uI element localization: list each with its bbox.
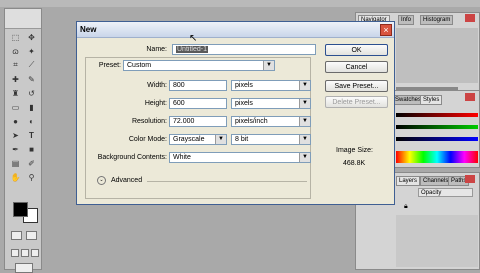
panel-close-icon[interactable] — [465, 175, 475, 183]
width-label: Width: — [147, 82, 167, 89]
tab-channels[interactable]: Channels — [420, 176, 452, 186]
new-document-dialog: New × Name: Untitled-1 Preset: Custom ▼ W… — [76, 21, 395, 205]
green-slider[interactable] — [396, 125, 478, 129]
hand-tool-icon[interactable]: ✋ — [9, 171, 22, 183]
history-brush-tool-icon[interactable]: ↺ — [25, 87, 38, 99]
panel-close-icon[interactable] — [465, 93, 475, 101]
image-size-value: 468.8K — [343, 160, 366, 167]
magic-wand-tool-icon[interactable]: ✦ — [25, 45, 38, 57]
standard-mode-icon[interactable] — [26, 231, 37, 240]
delete-preset-button[interactable]: Delete Preset... — [325, 96, 388, 108]
resolution-unit-select[interactable]: pixels/inch ▼ — [231, 116, 311, 127]
bit-depth-select[interactable]: 8 bit ▼ — [231, 134, 311, 145]
full-screen-mode-icon[interactable] — [21, 249, 29, 257]
screen-mode-icon[interactable] — [11, 249, 19, 257]
zoom-tool-icon[interactable]: ⚲ — [25, 171, 38, 183]
notes-tool-icon[interactable]: ▤ — [9, 157, 22, 169]
background-contents-label: Background Contents: — [97, 154, 167, 161]
layers-list — [396, 215, 478, 267]
app-top-strip — [0, 0, 480, 7]
pen-tool-icon[interactable]: ✒ — [9, 143, 22, 155]
height-unit-select[interactable]: pixels ▼ — [231, 98, 311, 109]
name-field[interactable]: Untitled-1 — [172, 44, 316, 55]
tab-styles[interactable]: Styles — [420, 95, 443, 105]
dodge-tool-icon[interactable]: ◐ — [25, 115, 38, 127]
color-mode-select[interactable]: Grayscale ▼ — [169, 134, 227, 145]
quick-mask-icon[interactable] — [11, 231, 22, 240]
panel-close-icon[interactable] — [465, 14, 475, 22]
jump-to-imageready-icon[interactable] — [15, 263, 33, 273]
chevron-down-icon: ▼ — [299, 81, 310, 90]
chevron-down-icon: ▼ — [299, 135, 310, 144]
chevron-down-icon: ▼ — [299, 99, 310, 108]
type-tool-icon[interactable]: T — [25, 129, 38, 141]
chevron-down-icon: ⌄ — [97, 176, 106, 185]
background-contents-select[interactable]: White ▼ — [169, 152, 311, 163]
navigator-preview — [396, 28, 478, 83]
height-label: Height: — [144, 100, 167, 107]
full-screen-menu-mode-icon[interactable] — [31, 249, 39, 257]
tab-info[interactable]: Info — [398, 15, 415, 25]
path-selection-tool-icon[interactable]: ➤ — [9, 129, 22, 141]
cancel-button[interactable]: Cancel — [325, 61, 388, 73]
clone-stamp-tool-icon[interactable]: ♜ — [9, 87, 22, 99]
crop-tool-icon[interactable]: ⌗ — [9, 59, 22, 71]
height-field[interactable]: 600 — [169, 98, 227, 109]
width-unit-select[interactable]: pixels ▼ — [231, 80, 311, 91]
lock-icon[interactable]: 🔒︎ — [404, 203, 408, 211]
chevron-down-icon: ▼ — [215, 135, 226, 144]
dialog-title: New — [80, 25, 97, 34]
slice-tool-icon[interactable]: ⟋ — [25, 59, 38, 71]
mouse-cursor-icon: ↖ — [189, 33, 198, 44]
chevron-down-icon: ▼ — [299, 153, 310, 162]
marquee-tool-icon[interactable]: ⬚ — [9, 31, 22, 43]
eyedropper-tool-icon[interactable]: ✐ — [25, 157, 38, 169]
opacity-field[interactable]: Opacity — [418, 188, 473, 197]
gradient-tool-icon[interactable]: ▮ — [25, 101, 38, 113]
save-preset-button[interactable]: Save Preset... — [325, 80, 388, 92]
blue-slider[interactable] — [396, 137, 478, 141]
shape-tool-icon[interactable]: ■ — [25, 143, 38, 155]
lasso-tool-icon[interactable]: ɷ — [9, 45, 22, 57]
resolution-label: Resolution: — [131, 118, 167, 125]
color-spectrum-bar[interactable] — [396, 151, 478, 163]
foreground-color-swatch[interactable] — [13, 202, 28, 217]
width-field[interactable]: 800 — [169, 80, 227, 91]
toolbox-panel: ⬚ ✥ ɷ ✦ ⌗ ⟋ ✚ ✎ ♜ ↺ ▭ ▮ ● ◐ ➤ T ✒ ■ ▤ ✐ … — [4, 8, 42, 273]
advanced-label: Advanced — [110, 177, 143, 185]
preset-select[interactable]: Custom ▼ — [123, 60, 275, 71]
move-tool-icon[interactable]: ✥ — [25, 31, 38, 43]
resolution-field[interactable]: 72.000 — [169, 116, 227, 127]
close-icon[interactable]: × — [380, 24, 392, 36]
tab-histogram[interactable]: Histogram — [420, 15, 454, 25]
advanced-divider — [147, 181, 307, 182]
name-label: Name: — [146, 46, 167, 53]
chevron-down-icon: ▼ — [299, 117, 310, 126]
toolbox-header — [5, 9, 41, 29]
healing-brush-tool-icon[interactable]: ✚ — [9, 73, 22, 85]
eraser-tool-icon[interactable]: ▭ — [9, 101, 22, 113]
red-slider[interactable] — [396, 113, 478, 117]
name-value: Untitled-1 — [176, 46, 208, 53]
ok-button[interactable]: OK — [325, 44, 388, 56]
color-mode-label: Color Mode: — [128, 136, 167, 143]
tab-layers[interactable]: Layers — [396, 176, 421, 186]
image-size-label: Image Size: — [336, 147, 373, 154]
dialog-titlebar[interactable]: New × — [77, 22, 394, 38]
blur-tool-icon[interactable]: ● — [9, 115, 22, 127]
brush-tool-icon[interactable]: ✎ — [25, 73, 38, 85]
preset-label: Preset: — [98, 62, 121, 69]
chevron-down-icon: ▼ — [263, 61, 274, 70]
